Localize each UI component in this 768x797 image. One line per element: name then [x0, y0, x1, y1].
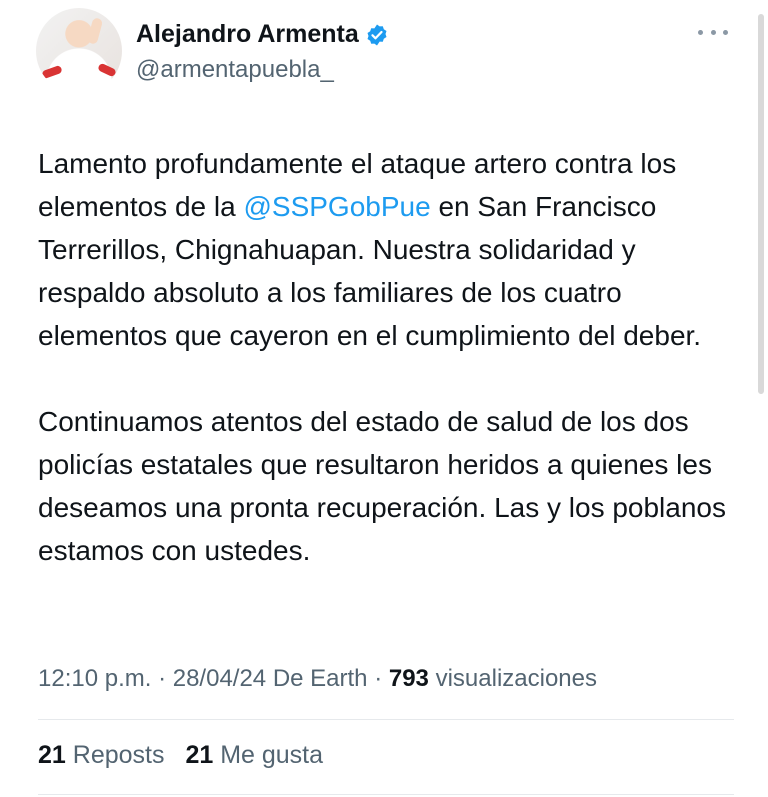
reposts-label: Reposts [72, 741, 165, 769]
tweet-header: Alejandro Armenta @armentapuebla_ [36, 8, 736, 96]
author-display-name[interactable]: Alejandro Armenta [136, 20, 359, 49]
divider [38, 794, 734, 795]
timestamp-source[interactable]: 12:10 p.m. · 28/04/24 De Earth · [38, 665, 389, 692]
reposts-stat[interactable]: 21 Reposts [38, 741, 164, 769]
more-options-icon[interactable] [698, 22, 728, 42]
avatar[interactable] [36, 8, 122, 94]
likes-stat[interactable]: 21 Me gusta [185, 741, 323, 769]
scrollbar[interactable] [758, 14, 764, 394]
likes-count: 21 [185, 741, 214, 769]
author-name-row: Alejandro Armenta [136, 20, 389, 49]
avatar-decoration [41, 64, 63, 80]
mention-link[interactable]: @SSPGobPue [243, 191, 430, 222]
author-handle[interactable]: @armentapuebla_ [136, 56, 334, 84]
views-label: visualizaciones [435, 665, 597, 692]
divider [38, 719, 734, 720]
tweet-metadata: 12:10 p.m. · 28/04/24 De Earth · 793 vis… [38, 665, 597, 693]
tweet-paragraph-2: Continuamos atentos del estado de salud … [38, 406, 726, 566]
views-count: 793 [388, 665, 429, 692]
verified-badge-icon [367, 24, 387, 45]
likes-label: Me gusta [220, 741, 324, 769]
avatar-arm-shape [86, 17, 104, 45]
reposts-count: 21 [38, 741, 66, 769]
engagement-stats: 21 Reposts 21 Me gusta [38, 741, 323, 770]
avatar-decoration [97, 62, 117, 78]
tweet-paragraph-1: Lamento profundamente el ataque artero c… [38, 142, 738, 357]
tweet-text: Lamento profundamente el ataque artero c… [38, 142, 738, 572]
